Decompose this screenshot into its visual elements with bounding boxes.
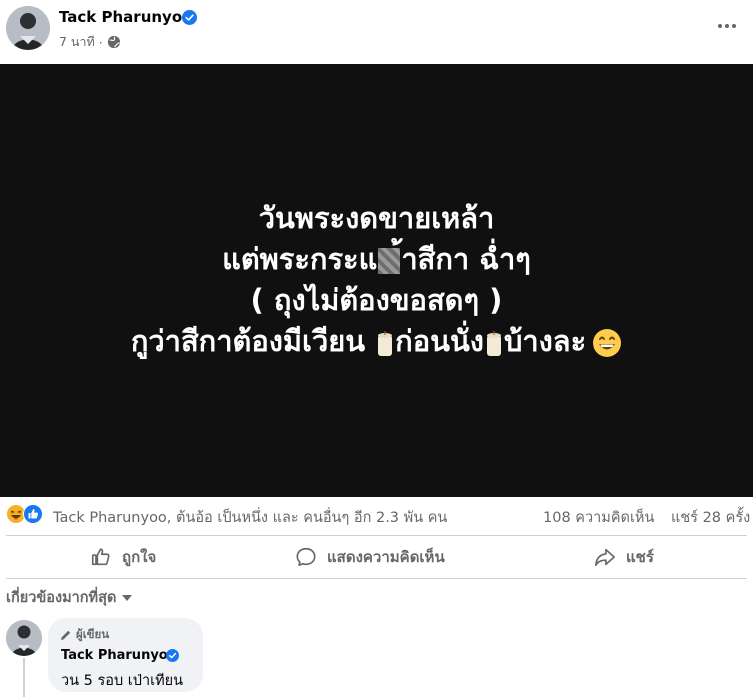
reactors-summary[interactable]: Tack Pharunyoo, ต้นอ้อ เป็นหนึ่ง และ คนอ… [53, 506, 447, 529]
comments-count[interactable]: 108 ความคิดเห็น [543, 506, 654, 529]
comment-icon [296, 547, 316, 567]
chevron-down-icon [122, 594, 133, 601]
pencil-icon [61, 630, 71, 640]
verified-badge-icon [166, 649, 179, 662]
divider [6, 535, 747, 536]
like-icon [91, 548, 110, 566]
comment-sort-dropdown[interactable]: เกี่ยวข้องมากที่สุด [6, 586, 133, 609]
image-text-line-2: แต่พระกระแ้าสีกา ฉ่ำๆ [0, 239, 753, 280]
image-text-line-2-part-a: แต่พระกระแ [222, 242, 378, 276]
commenter-avatar[interactable] [6, 620, 42, 656]
comment-sort-label: เกี่ยวข้องมากที่สุด [6, 590, 117, 606]
share-icon [595, 548, 615, 567]
comment-button[interactable]: แสดงความคิดเห็น [295, 537, 445, 577]
candle-icon [486, 331, 501, 356]
censored-patch [378, 248, 401, 274]
grinning-face-icon [593, 329, 622, 357]
divider [6, 578, 747, 579]
meta-separator: · [98, 34, 103, 50]
image-text-line-1: วันพระงดขายเหล้า [258, 201, 495, 235]
comment-author[interactable]: Tack Pharunyoo [61, 648, 177, 663]
more-icon [718, 24, 722, 28]
image-text-line-4-part-b: ก่อนนั่ง [395, 324, 484, 358]
post-actions: ถูกใจ แสดงความคิดเห็น แชร์ [0, 537, 753, 577]
more-options-button[interactable] [713, 12, 741, 40]
avatar-image [6, 6, 50, 50]
image-text-line-3: ( ถุงไม่ต้องขอสดๆ ) [250, 283, 503, 317]
comment-thread-line [23, 658, 25, 697]
post-image[interactable]: วันพระงดขายเหล้า แต่พระกระแ้าสีกา ฉ่ำๆ (… [0, 64, 753, 497]
post-time[interactable]: 7 นาที [59, 32, 95, 52]
image-text-line-4-part-c: บ้างละ [503, 324, 587, 358]
image-text: วันพระงดขายเหล้า แต่พระกระแ้าสีกา ฉ่ำๆ (… [0, 198, 753, 362]
post-header: Tack Pharunyoo 7 นาที · [0, 0, 753, 64]
author-name[interactable]: Tack Pharunyoo [59, 8, 192, 26]
reaction-icons[interactable] [6, 504, 43, 524]
post-meta: 7 นาที · [59, 32, 121, 52]
comment-bubble: ผู้เขียน Tack Pharunyoo วน 5 รอบ เป่าเที… [48, 618, 203, 692]
share-button[interactable]: แชร์ [594, 537, 654, 577]
share-label: แชร์ [626, 548, 654, 566]
globe-icon[interactable] [107, 35, 121, 49]
avatar-image [6, 620, 42, 656]
more-icon-dot [732, 24, 736, 28]
author-badge-label: ผู้เขียน [76, 627, 110, 641]
image-text-line-4: กูว่าสีกาต้องมีเวียน ก่อนนั่ง บ้างละ [0, 321, 753, 362]
image-text-line-4-part-a: กูว่าสีกาต้องมีเวียน [130, 324, 376, 358]
engagement-stats: Tack Pharunyoo, ต้นอ้อ เป็นหนึ่ง และ คนอ… [0, 502, 753, 530]
comment-label: แสดงความคิดเห็น [327, 548, 445, 566]
candle-icon [378, 331, 393, 356]
image-text-line-2-part-b: ้าสีกา ฉ่ำๆ [401, 242, 531, 276]
comment-text: วน 5 รอบ เป่าเทียน [61, 673, 184, 689]
shares-count[interactable]: แชร์ 28 ครั้ง [671, 506, 750, 529]
like-button[interactable]: ถูกใจ [90, 537, 156, 577]
verified-badge-icon [182, 10, 197, 25]
like-reaction-icon [23, 504, 43, 524]
author-badge: ผู้เขียน [60, 626, 109, 644]
like-label: ถูกใจ [122, 548, 157, 566]
more-icon-dot [725, 24, 729, 28]
author-avatar[interactable] [6, 6, 50, 50]
